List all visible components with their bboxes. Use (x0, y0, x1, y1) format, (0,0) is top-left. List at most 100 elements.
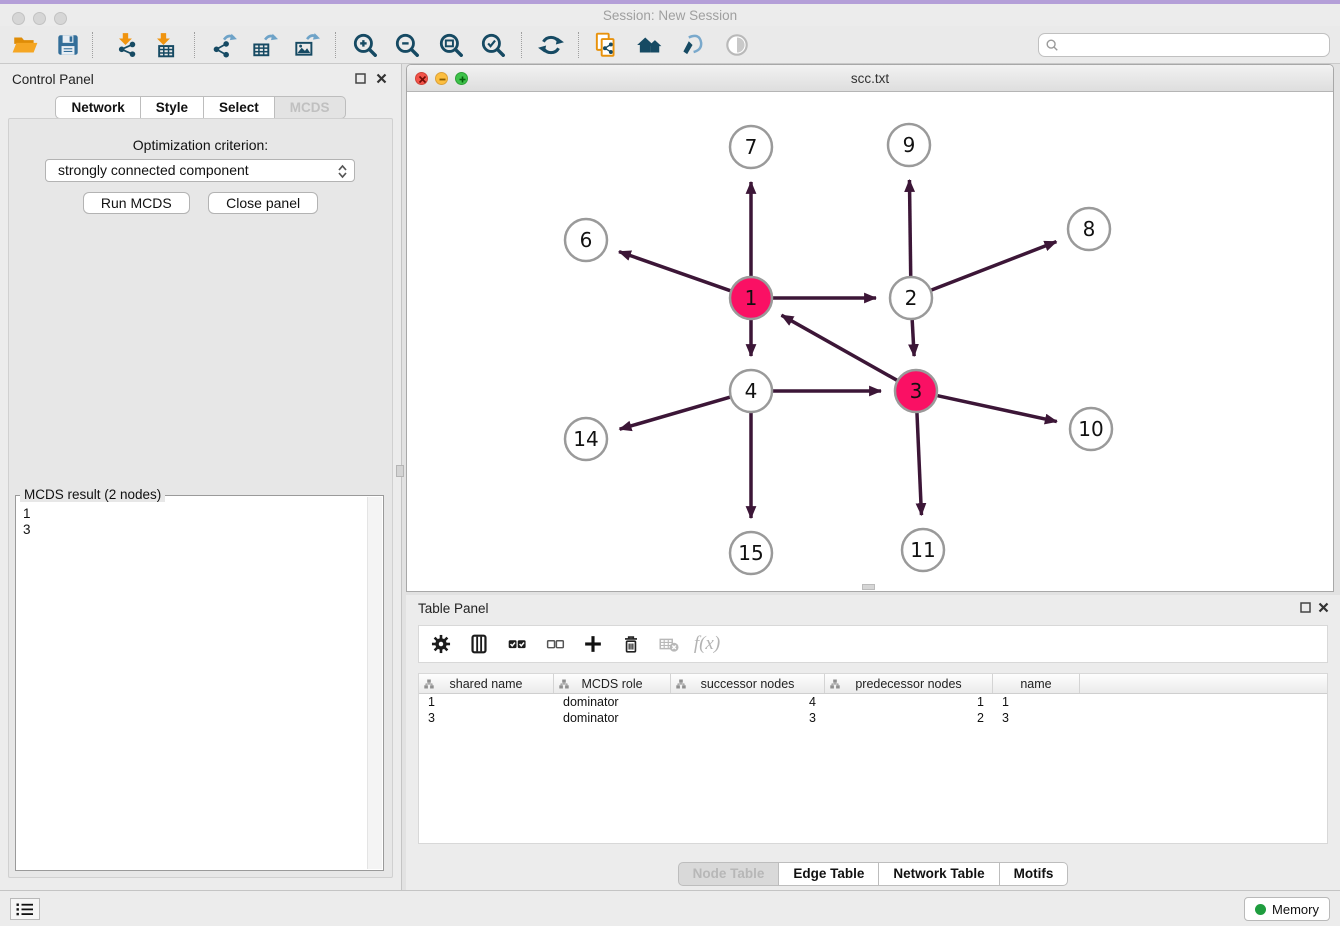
apply-style-icon[interactable] (678, 31, 706, 59)
mcds-buttons-row: Run MCDS Close panel (9, 192, 392, 214)
criterion-dropdown[interactable]: strongly connected component (45, 159, 355, 182)
toolbar-separator (335, 32, 336, 58)
home-view-icon[interactable] (635, 31, 663, 59)
tab-motifs[interactable]: Motifs (1000, 862, 1069, 886)
table-cell: 1 (825, 695, 993, 709)
graph-node-label-8: 8 (1083, 217, 1096, 241)
edge-3-11[interactable] (917, 413, 921, 515)
fx-label: f(x) (694, 633, 720, 655)
tab-edge-table[interactable]: Edge Table (779, 862, 879, 886)
new-network-from-selection-icon[interactable] (592, 31, 620, 59)
zoom-selected-icon[interactable] (479, 31, 507, 59)
table-cell: 3 (671, 711, 825, 725)
tab-mcds[interactable]: MCDS (275, 96, 346, 119)
list-icon (15, 902, 35, 917)
tab-network[interactable]: Network (55, 96, 140, 119)
select-all-columns-icon[interactable] (505, 632, 529, 656)
graphics-details-icon[interactable] (723, 31, 751, 59)
graph-node-label-7: 7 (745, 135, 758, 159)
network-window-title: scc.txt (407, 71, 1333, 86)
edge-1-6[interactable] (619, 252, 730, 291)
zoom-in-icon[interactable] (351, 31, 379, 59)
result-scrollbar[interactable] (367, 497, 382, 869)
table-header-row: shared name MCDS role successor nodes prede… (419, 674, 1327, 694)
panel-divider-grip[interactable] (396, 465, 404, 477)
fit-content-icon[interactable] (437, 31, 465, 59)
table-body: 1dominator4113dominator323 (419, 694, 1327, 726)
main-area: Control Panel NetworkStyleSelectMCDS Opt… (0, 64, 1340, 890)
open-session-icon[interactable] (11, 31, 39, 59)
zoom-out-icon[interactable] (393, 31, 421, 59)
edge-2-3[interactable] (912, 320, 914, 356)
export-network-icon[interactable] (210, 31, 238, 59)
tab-style[interactable]: Style (141, 96, 204, 119)
graph-node-label-10: 10 (1078, 417, 1103, 441)
tab-select[interactable]: Select (204, 96, 275, 119)
tree-icon (559, 679, 569, 689)
session-title: Session: New Session (0, 8, 1340, 23)
table-panel: Table Panel (406, 595, 1340, 890)
close-table-panel-icon[interactable] (1317, 601, 1330, 614)
close-panel-icon[interactable] (375, 72, 388, 85)
tab-node-table[interactable]: Node Table (678, 862, 780, 886)
edge-2-8[interactable] (932, 242, 1057, 290)
float-panel-icon[interactable] (354, 72, 367, 85)
workspace: scc.txt 7968124314101511 Table Panel (406, 64, 1340, 890)
column-header-shared-name[interactable]: shared name (419, 674, 554, 693)
function-builder-icon: f(x) (695, 632, 719, 656)
table-cell: dominator (554, 695, 671, 709)
column-label: shared name (450, 677, 523, 691)
delete-column-icon[interactable] (619, 632, 643, 656)
application-window: Session: New Session (0, 0, 1340, 926)
table-cell: 1 (419, 695, 554, 709)
column-label: MCDS role (581, 677, 642, 691)
result-line: 3 (23, 522, 363, 538)
column-header-predecessor-nodes[interactable]: predecessor nodes (825, 674, 993, 693)
edge-3-1[interactable] (781, 315, 896, 380)
tab-network-table[interactable]: Network Table (879, 862, 999, 886)
edge-2-9[interactable] (909, 180, 910, 276)
import-table-icon[interactable] (150, 31, 178, 59)
export-image-icon[interactable] (292, 31, 320, 59)
toolbar-separator (578, 32, 579, 58)
save-session-icon[interactable] (54, 31, 82, 59)
edge-4-14[interactable] (620, 397, 730, 429)
add-column-icon[interactable] (581, 632, 605, 656)
delete-table-icon (657, 632, 681, 656)
table-cell: 1 (993, 695, 1080, 709)
export-table-icon[interactable] (250, 31, 278, 59)
column-header-successor-nodes[interactable]: successor nodes (671, 674, 825, 693)
table-panel-tabs: Node TableEdge TableNetwork TableMotifs (406, 862, 1340, 886)
control-panel: Control Panel NetworkStyleSelectMCDS Opt… (0, 64, 402, 890)
edge-3-10[interactable] (937, 396, 1056, 422)
float-table-panel-icon[interactable] (1299, 601, 1312, 614)
show-columns-icon[interactable] (467, 632, 491, 656)
toolbar-separator (92, 32, 93, 58)
control-panel-tabs: NetworkStyleSelectMCDS (0, 96, 401, 119)
table-cell: 4 (671, 695, 825, 709)
table-row[interactable]: 3dominator323 (419, 710, 1327, 726)
apply-layout-icon[interactable] (537, 31, 565, 59)
search-icon (1045, 38, 1059, 52)
import-network-icon[interactable] (112, 31, 140, 59)
column-label: predecessor nodes (855, 677, 961, 691)
network-window-titlebar[interactable]: scc.txt (407, 65, 1333, 92)
mcds-result-text[interactable]: 13 (16, 500, 365, 868)
table-row[interactable]: 1dominator411 (419, 694, 1327, 710)
table-cell: 3 (993, 711, 1080, 725)
table-settings-gear-icon[interactable] (429, 632, 453, 656)
column-header-mcds-role[interactable]: MCDS role (554, 674, 671, 693)
graph-node-label-11: 11 (910, 538, 935, 562)
memory-button[interactable]: Memory (1244, 897, 1330, 921)
memory-status-dot (1255, 904, 1266, 915)
run-mcds-button[interactable]: Run MCDS (83, 192, 190, 214)
mcds-result-box: MCDS result (2 nodes) 13 (15, 495, 384, 871)
task-history-button[interactable] (10, 898, 40, 920)
unselect-all-columns-icon[interactable] (543, 632, 567, 656)
network-window-resize-grip[interactable] (862, 584, 875, 590)
node-table: shared name MCDS role successor nodes prede… (418, 673, 1328, 844)
network-canvas[interactable]: 7968124314101511 (407, 93, 1333, 591)
close-panel-button[interactable]: Close panel (208, 192, 318, 214)
column-header-name[interactable]: name (993, 674, 1080, 693)
search-input[interactable] (1063, 35, 1325, 55)
